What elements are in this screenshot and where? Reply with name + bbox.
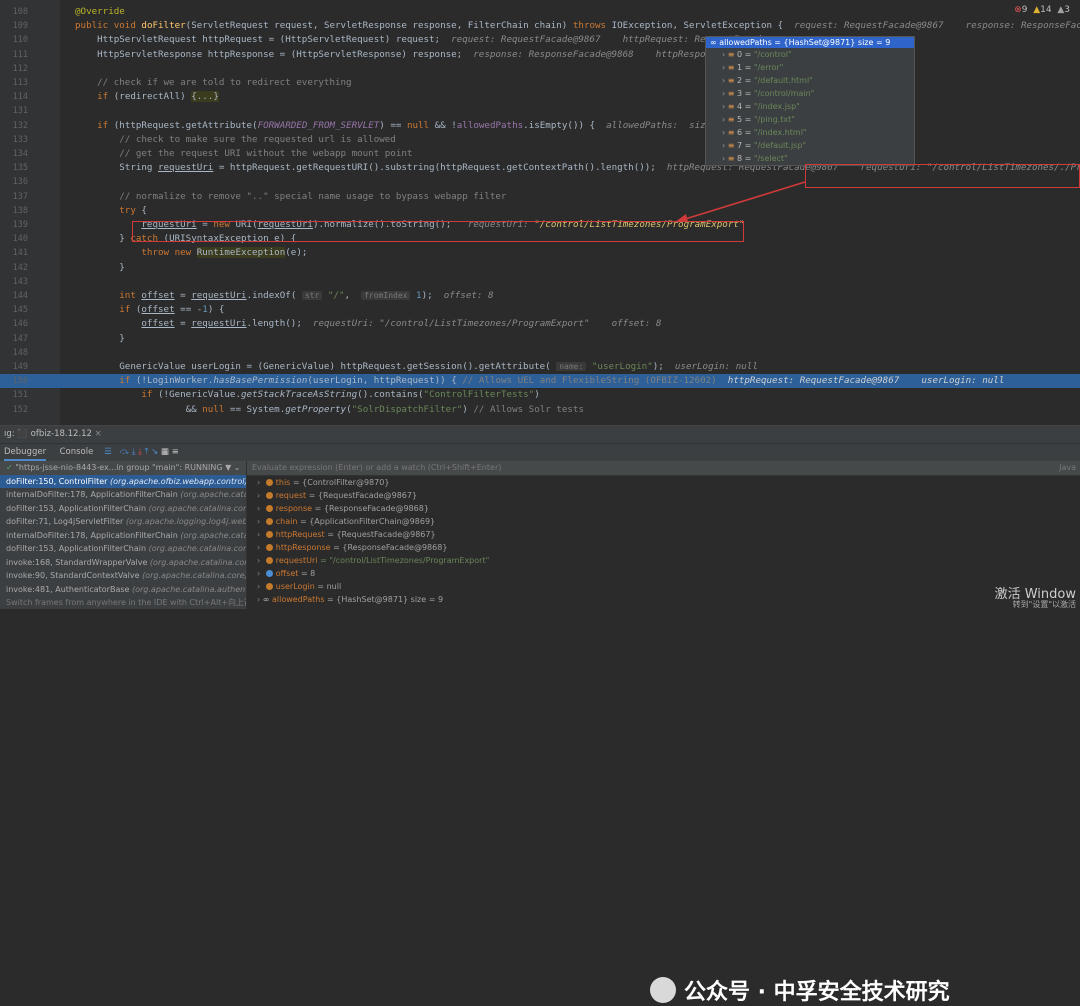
chevron-right-icon: › — [257, 517, 263, 526]
variable-row[interactable]: › httpResponse = {ResponseFacade@9868} — [247, 541, 1080, 554]
chevron-right-icon: › — [257, 543, 263, 552]
stack-frame[interactable]: doFilter:71, Log4jServletFilter (org.apa… — [0, 515, 246, 529]
step-over-icon[interactable]: ⤼ — [120, 447, 129, 457]
step-into-icon[interactable]: ⤓ — [132, 447, 136, 457]
variable-type-icon — [265, 544, 273, 551]
variable-row[interactable]: › userLogin = null — [247, 580, 1080, 593]
variable-type-icon — [265, 583, 273, 590]
stack-frame[interactable]: invoke:168, StandardWrapperValve (org.ap… — [0, 556, 246, 570]
filter-icon[interactable]: ▼ — [225, 463, 231, 472]
drop-frame-icon[interactable]: ↘ — [151, 447, 158, 457]
chevron-down-icon[interactable]: ⌄ — [234, 463, 241, 472]
variable-type-icon — [265, 531, 273, 538]
activate-windows-subtext: 转到"设置"以激活 — [1012, 600, 1076, 609]
menu-icon[interactable]: ☰ — [104, 447, 112, 457]
check-icon: ✓ — [6, 463, 13, 472]
variable-row[interactable]: › request = {RequestFacade@9867} — [247, 489, 1080, 502]
chevron-right-icon: › — [257, 530, 263, 539]
chevron-right-icon: › — [257, 569, 263, 578]
evaluate-icon[interactable]: ▦ — [161, 447, 169, 457]
evaluate-input[interactable]: Evaluate expression (Enter) or add a wat… — [247, 461, 1080, 476]
frames-hint: Switch frames from anywhere in the IDE w… — [6, 598, 246, 607]
force-step-into-icon[interactable]: ⤓ — [138, 447, 142, 457]
variable-row[interactable]: › requestUri = "/control/ListTimezones/P… — [247, 554, 1080, 567]
more-icon[interactable]: ≡ — [172, 447, 179, 457]
variable-type-icon — [265, 505, 273, 512]
variable-row[interactable]: › httpRequest = {RequestFacade@9867} — [247, 528, 1080, 541]
tab-debugger[interactable]: Debugger — [4, 447, 47, 461]
stack-frame[interactable]: internalDoFilter:178, ApplicationFilterC… — [0, 529, 246, 543]
variable-row[interactable]: › offset = 8 — [247, 567, 1080, 580]
variable-row[interactable]: › response = {ResponseFacade@9868} — [247, 502, 1080, 515]
chevron-right-icon: › — [257, 491, 263, 500]
stack-frame[interactable]: invoke:90, StandardContextValve (org.apa… — [0, 569, 246, 583]
wechat-logo-icon — [650, 977, 676, 1003]
language-label: Java — [1059, 463, 1076, 472]
chevron-right-icon: › — [257, 504, 263, 513]
variable-type-icon — [265, 492, 273, 499]
chevron-right-icon: › — [257, 582, 263, 591]
stack-frame[interactable]: invoke:481, AuthenticatorBase (org.apach… — [0, 583, 246, 597]
bug-icon: ⬛ — [17, 429, 28, 439]
stack-frame[interactable]: doFilter:153, ApplicationFilterChain (or… — [0, 502, 246, 516]
variable-type-icon — [265, 518, 273, 525]
code-editor[interactable]: 108 @Override 109 public void doFilter(Serv… — [0, 0, 1080, 425]
variable-row[interactable]: › this = {ControlFilter@9870} — [247, 476, 1080, 489]
stack-frame[interactable]: doFilter:150, ControlFilter (org.apache.… — [0, 474, 246, 488]
variable-row[interactable]: › ∞ allowedPaths = {HashSet@9871} size =… — [247, 593, 1080, 606]
tab-console[interactable]: Console — [60, 447, 94, 457]
debug-tool-window: ıg: ⬛ ofbiz-18.12.12 × Debugger Console … — [0, 426, 1080, 1005]
frames-panel: ✓ "https-jsse-nio-8443-ex...in group "ma… — [0, 461, 247, 609]
variable-type-icon — [265, 570, 273, 577]
step-out-icon[interactable]: ⤒ — [145, 447, 149, 457]
variable-type-icon — [265, 479, 273, 486]
annotation-arrow — [675, 181, 806, 222]
run-config-tab[interactable]: ofbiz-18.12.12 — [31, 429, 92, 439]
variable-row[interactable]: › chain = {ApplicationFilterChain@9869} — [247, 515, 1080, 528]
debugger-subtabs: Debugger Console ☰ ⤼ ⤓ ⤓ ⤒ ↘ ▦ ≡ — [0, 444, 1080, 462]
variables-panel: Evaluate expression (Enter) or add a wat… — [247, 461, 1080, 609]
chevron-right-icon: › — [257, 556, 263, 565]
thread-selector[interactable]: ✓ "https-jsse-nio-8443-ex...in group "ma… — [0, 461, 246, 475]
variable-type-icon — [265, 557, 273, 564]
run-tab-bar: ıg: ⬛ ofbiz-18.12.12 × — [0, 426, 1080, 444]
stack-frame[interactable]: doFilter:153, ApplicationFilterChain (or… — [0, 542, 246, 556]
stack-frame[interactable]: internalDoFilter:178, ApplicationFilterC… — [0, 488, 246, 502]
close-icon[interactable]: × — [95, 429, 102, 439]
watermark: 公众号 · 中孚安全技术研究 — [650, 974, 950, 1006]
chevron-right-icon: › — [257, 478, 263, 487]
